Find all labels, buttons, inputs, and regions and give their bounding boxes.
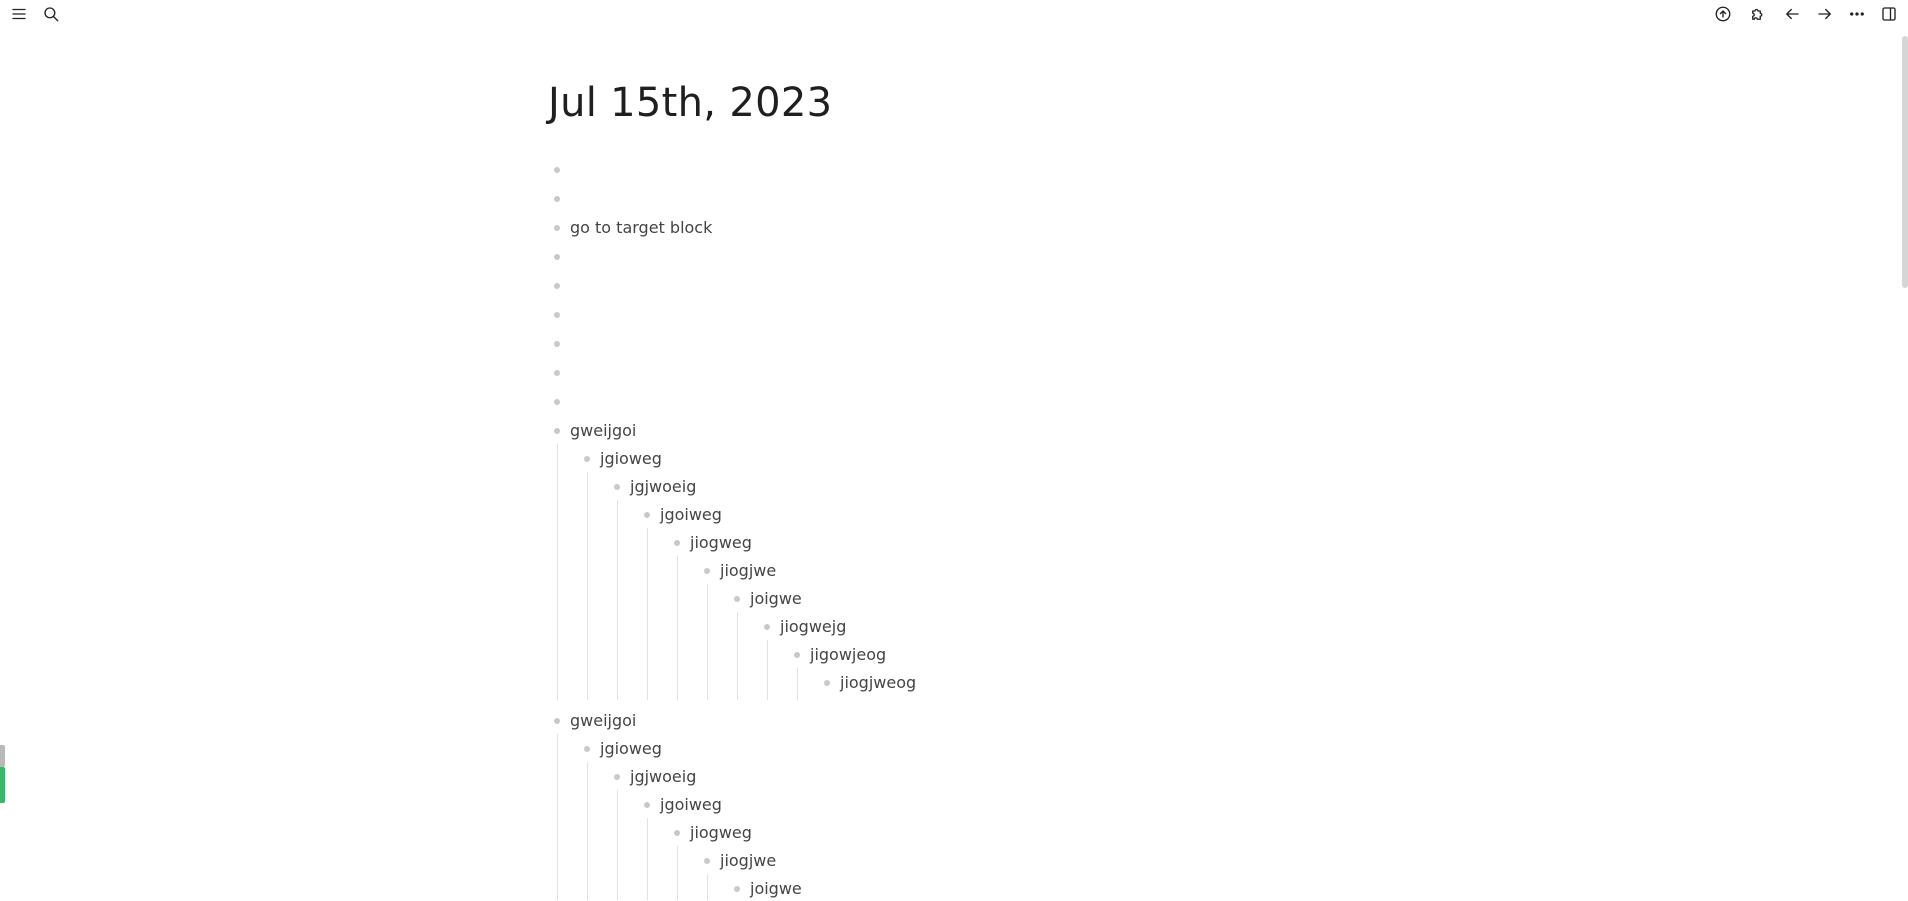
bullet[interactable] xyxy=(644,802,650,808)
indent-guide xyxy=(677,556,678,700)
block-text[interactable]: jigowjeog xyxy=(810,643,886,667)
more-icon[interactable] xyxy=(1845,2,1869,26)
bullet[interactable] xyxy=(764,624,770,630)
block-text[interactable]: jgoiweg xyxy=(660,503,722,527)
bullet[interactable] xyxy=(554,196,560,202)
block-text[interactable]: jgioweg xyxy=(600,447,662,471)
block-text[interactable]: jgoiweg xyxy=(660,793,722,817)
bullet[interactable] xyxy=(614,774,620,780)
block-text[interactable]: jiogweg xyxy=(690,531,752,555)
left-edge-indicator xyxy=(0,745,5,803)
left-edge-green xyxy=(0,767,5,803)
block-text[interactable]: jgjwoeig xyxy=(630,475,696,499)
block-text[interactable]: joigwe xyxy=(750,877,802,901)
indent-guide xyxy=(557,734,558,900)
bullet[interactable] xyxy=(794,652,800,658)
indent-guide xyxy=(737,612,738,700)
bullet[interactable] xyxy=(554,312,560,318)
bullet[interactable] xyxy=(734,886,740,892)
block-text[interactable]: joigwe xyxy=(750,587,802,611)
top-toolbar xyxy=(0,0,1908,28)
block-text[interactable]: go to target block xyxy=(570,216,712,240)
bullet[interactable] xyxy=(584,456,590,462)
bullet[interactable] xyxy=(554,341,560,347)
arrow-left-icon[interactable] xyxy=(1780,2,1804,26)
indent-guide xyxy=(677,846,678,900)
indent-guide xyxy=(647,818,648,900)
bullet[interactable] xyxy=(554,428,560,434)
indent-guide xyxy=(617,790,618,900)
page-title[interactable]: Jul 15th, 2023 xyxy=(548,80,832,126)
bullet[interactable] xyxy=(704,568,710,574)
indent-guide xyxy=(557,444,558,700)
menu-icon[interactable] xyxy=(7,2,31,26)
block-text[interactable]: jiogwejg xyxy=(780,615,846,639)
indent-guide xyxy=(707,584,708,700)
block-text[interactable]: jiogjwe xyxy=(720,849,776,873)
indent-guide xyxy=(647,528,648,700)
left-edge-grey xyxy=(0,745,5,767)
block-text[interactable]: jgjwoeig xyxy=(630,765,696,789)
search-icon[interactable] xyxy=(39,2,63,26)
bullet[interactable] xyxy=(824,680,830,686)
block-text[interactable]: jiogweg xyxy=(690,821,752,845)
bullet[interactable] xyxy=(554,718,560,724)
bullet[interactable] xyxy=(554,399,560,405)
arrow-right-icon[interactable] xyxy=(1813,2,1837,26)
indent-guide xyxy=(617,500,618,700)
bullet[interactable] xyxy=(554,254,560,260)
indent-guide xyxy=(587,472,588,700)
indent-guide xyxy=(767,640,768,700)
upload-icon[interactable] xyxy=(1711,2,1735,26)
bullet[interactable] xyxy=(554,225,560,231)
bullet[interactable] xyxy=(704,858,710,864)
block-text[interactable]: gweijgoi xyxy=(570,419,636,443)
bullet[interactable] xyxy=(584,746,590,752)
bullet[interactable] xyxy=(674,540,680,546)
bullet[interactable] xyxy=(734,596,740,602)
bullet[interactable] xyxy=(644,512,650,518)
block-text[interactable]: jiogjweog xyxy=(840,671,916,695)
puzzle-icon[interactable] xyxy=(1746,2,1770,26)
bullet[interactable] xyxy=(554,167,560,173)
sidebar-toggle-icon[interactable] xyxy=(1877,2,1901,26)
bullet[interactable] xyxy=(614,484,620,490)
bullet[interactable] xyxy=(674,830,680,836)
bullet[interactable] xyxy=(554,370,560,376)
scrollbar[interactable] xyxy=(1902,36,1908,288)
indent-guide xyxy=(797,668,798,700)
block-text[interactable]: jgioweg xyxy=(600,737,662,761)
indent-guide xyxy=(707,874,708,900)
block-text[interactable]: gweijgoi xyxy=(570,709,636,733)
bullet[interactable] xyxy=(554,283,560,289)
indent-guide xyxy=(587,762,588,900)
block-text[interactable]: jiogjwe xyxy=(720,559,776,583)
